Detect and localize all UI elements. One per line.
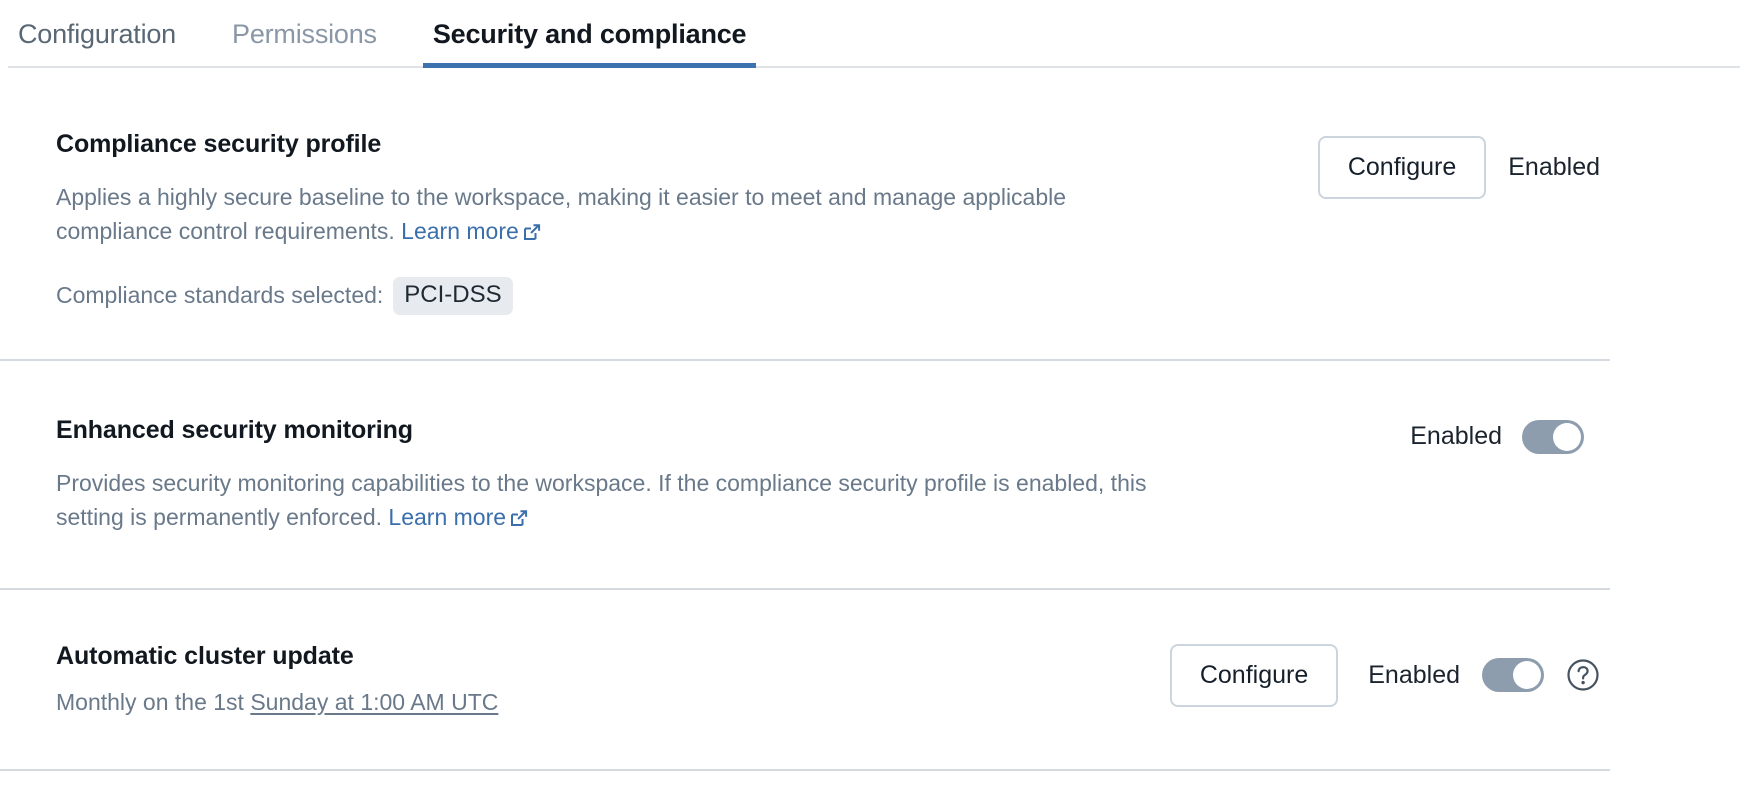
cluster-update-text-block: Automatic cluster update Monthly on the …	[56, 642, 498, 720]
cluster-update-toggle[interactable]	[1482, 658, 1544, 692]
compliance-profile-text-block: Compliance security profile Applies a hi…	[56, 130, 1176, 315]
compliance-profile-title: Compliance security profile	[56, 130, 1176, 159]
enhanced-monitoring-status: Enabled	[1410, 422, 1502, 451]
compliance-profile-learn-more-link[interactable]: Learn more	[401, 218, 542, 244]
compliance-standard-badge: PCI-DSS	[393, 277, 512, 315]
tab-permissions[interactable]: Permissions	[222, 0, 387, 68]
toggle-knob	[1553, 423, 1581, 451]
compliance-standards-label: Compliance standards selected:	[56, 282, 383, 309]
enhanced-monitoring-learn-more-link[interactable]: Learn more	[388, 504, 529, 530]
compliance-profile-learn-more-label: Learn more	[401, 218, 519, 244]
cluster-update-configure-button[interactable]: Configure	[1170, 644, 1338, 707]
compliance-standards-row: Compliance standards selected: PCI-DSS	[56, 277, 1176, 315]
enhanced-monitoring-controls: Enabled	[1410, 420, 1584, 454]
enhanced-monitoring-learn-more-label: Learn more	[388, 504, 506, 530]
section-enhanced-security-monitoring: Enhanced security monitoring Provides se…	[0, 361, 1748, 588]
divider-3	[0, 769, 1610, 771]
enhanced-monitoring-description-text: Provides security monitoring capabilitie…	[56, 470, 1146, 530]
cluster-update-schedule: Monthly on the 1st Sunday at 1:00 AM UTC	[56, 686, 498, 720]
tab-security-and-compliance[interactable]: Security and compliance	[423, 0, 757, 68]
tab-security-and-compliance-label: Security and compliance	[433, 21, 747, 48]
compliance-profile-status: Enabled	[1508, 153, 1600, 182]
tab-configuration-label: Configuration	[18, 21, 176, 48]
enhanced-monitoring-toggle[interactable]	[1522, 420, 1584, 454]
section-automatic-cluster-update: Automatic cluster update Monthly on the …	[0, 590, 1748, 770]
cluster-update-schedule-link[interactable]: Sunday at 1:00 AM UTC	[250, 689, 498, 715]
cluster-update-controls: Configure Enabled	[1170, 644, 1600, 707]
enhanced-monitoring-description: Provides security monitoring capabilitie…	[56, 467, 1176, 538]
compliance-profile-controls: Configure Enabled	[1318, 136, 1600, 199]
compliance-profile-configure-button[interactable]: Configure	[1318, 136, 1486, 199]
external-link-icon	[522, 218, 542, 252]
external-link-icon	[509, 504, 529, 538]
tab-bar: Configuration Permissions Security and c…	[0, 0, 1748, 68]
tab-permissions-label: Permissions	[232, 21, 377, 48]
toggle-knob	[1513, 661, 1541, 689]
tab-configuration[interactable]: Configuration	[8, 0, 186, 68]
cluster-update-title: Automatic cluster update	[56, 642, 498, 671]
section-compliance-security-profile: Compliance security profile Applies a hi…	[0, 68, 1748, 359]
settings-content: Compliance security profile Applies a hi…	[0, 68, 1748, 771]
question-circle-icon[interactable]	[1566, 658, 1600, 692]
cluster-update-status: Enabled	[1368, 661, 1460, 690]
enhanced-monitoring-text-block: Enhanced security monitoring Provides se…	[56, 416, 1176, 538]
compliance-profile-description: Applies a highly secure baseline to the …	[56, 181, 1176, 252]
compliance-profile-description-text: Applies a highly secure baseline to the …	[56, 184, 1066, 244]
cluster-update-schedule-prefix: Monthly on the 1st	[56, 689, 250, 715]
enhanced-monitoring-title: Enhanced security monitoring	[56, 416, 1176, 445]
